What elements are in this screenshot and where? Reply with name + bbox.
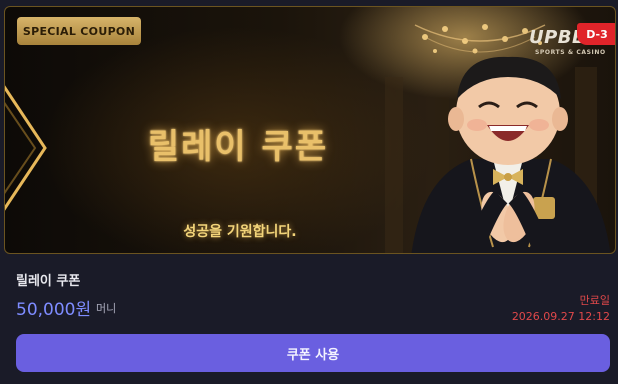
coupon-name: 릴레이 쿠폰	[16, 274, 81, 289]
mascot-illustration	[411, 56, 611, 253]
banner-title: 릴레이 쿠폰	[147, 127, 329, 167]
dday-badge: D-3	[577, 23, 615, 45]
special-coupon-tag: SPECIAL COUPON	[17, 17, 141, 45]
coupon-card: SPECIAL COUPON 릴레이 쿠폰 성공을 기원합니다. UPBET S…	[0, 0, 618, 384]
coupon-amount-unit: 머니	[96, 302, 117, 315]
expiry-label: 만료일	[579, 294, 610, 307]
use-coupon-button[interactable]: 쿠폰 사용	[16, 334, 610, 372]
expiry-date: 2026.09.27 12:12	[511, 310, 610, 323]
coupon-amount: 50,000원	[16, 300, 92, 320]
brand-tagline: SPORTS & CASINO	[535, 49, 606, 56]
gold-chevron-decoration	[5, 85, 47, 211]
banner-subtitle: 성공을 기원합니다.	[183, 224, 297, 240]
coupon-banner: SPECIAL COUPON 릴레이 쿠폰 성공을 기원합니다. UPBET S…	[4, 6, 616, 254]
